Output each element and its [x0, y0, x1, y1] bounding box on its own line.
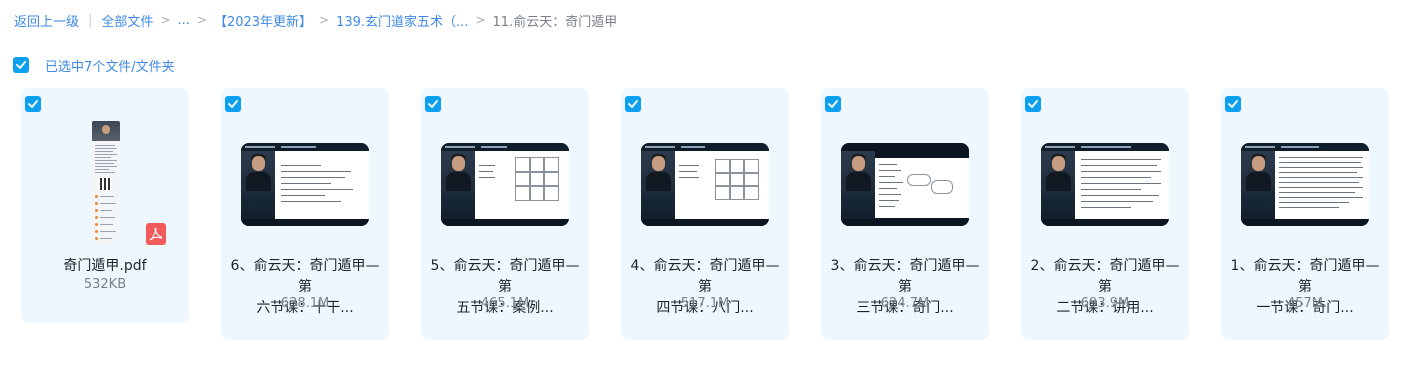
file-card-video[interactable]: 2、俞云天：奇门遁甲—第 二节课：讲用... 693.9M — [1021, 88, 1189, 340]
pdf-icon — [146, 223, 166, 245]
breadcrumb-divider: | — [88, 12, 93, 28]
file-name-line-1: 5、俞云天：奇门遁甲—第 — [430, 258, 580, 295]
video-thumbnail — [441, 143, 569, 226]
select-all-row: 已选中7个文件/文件夹 — [13, 56, 175, 75]
back-link[interactable]: 返回上一级 — [14, 11, 79, 30]
file-size: 517.1M — [680, 296, 730, 311]
file-checkbox[interactable] — [1225, 96, 1241, 112]
breadcrumb-folder-139[interactable]: 139.玄门道家五术（... — [336, 11, 468, 30]
breadcrumb-ellipsis[interactable]: ... — [177, 13, 189, 28]
breadcrumb-current: 11.俞云天：奇门遁甲 — [492, 14, 618, 30]
chevron-right-icon: > — [196, 13, 207, 27]
file-name-line-1: 4、俞云天：奇门遁甲—第 — [630, 258, 780, 295]
file-name-line-1: 6、俞云天：奇门遁甲—第 — [230, 258, 380, 295]
file-name-line-1: 1、俞云天：奇门遁甲—第 — [1230, 258, 1380, 295]
video-thumbnail — [1041, 143, 1169, 226]
checkmark-icon — [428, 100, 438, 108]
checkmark-icon — [16, 61, 26, 69]
file-card-video[interactable]: 6、俞云天：奇门遁甲—第 六节课：十干... 638.1M — [221, 88, 389, 340]
checkmark-icon — [228, 100, 238, 108]
file-checkbox[interactable] — [825, 96, 841, 112]
selection-count-label: 已选中7个文件/文件夹 — [45, 59, 175, 75]
breadcrumb-all-files[interactable]: 全部文件 — [101, 11, 153, 30]
file-size: 465.1M — [480, 296, 530, 311]
checkmark-icon — [828, 100, 838, 108]
checkmark-icon — [1228, 100, 1238, 108]
file-checkbox[interactable] — [225, 96, 241, 112]
file-card-video[interactable]: 1、俞云天：奇门遁甲—第 一节课：奇门... 457M — [1221, 88, 1389, 340]
video-thumbnail — [841, 143, 969, 226]
file-checkbox[interactable] — [1025, 96, 1041, 112]
video-thumbnail — [641, 143, 769, 226]
chevron-right-icon: > — [160, 13, 171, 27]
chevron-right-icon: > — [319, 13, 330, 27]
pdf-thumbnail — [92, 121, 120, 243]
file-card-video[interactable]: 5、俞云天：奇门遁甲—第 五节课：案例... 465.1M — [421, 88, 589, 340]
file-size: 532KB — [83, 277, 127, 292]
checkmark-icon — [1028, 100, 1038, 108]
video-thumbnail — [241, 143, 369, 226]
breadcrumb-folder-2023[interactable]: 【2023年更新】 — [214, 11, 312, 30]
checkmark-icon — [28, 100, 38, 108]
video-thumbnail — [1241, 143, 1369, 226]
file-checkbox[interactable] — [25, 96, 41, 112]
file-size: 638.1M — [280, 296, 330, 311]
file-checkbox[interactable] — [425, 96, 441, 112]
file-card-pdf[interactable]: 奇门遁甲.pdf 532KB — [21, 88, 189, 323]
chevron-right-icon: > — [475, 13, 486, 27]
file-size: 693.9M — [1080, 296, 1130, 311]
file-size: 624.7M — [880, 296, 930, 311]
file-checkbox[interactable] — [625, 96, 641, 112]
file-card-video[interactable]: 4、俞云天：奇门遁甲—第 四节课：八门... 517.1M — [621, 88, 789, 340]
file-size: 457M — [1286, 296, 1324, 311]
file-card-video[interactable]: 3、俞云天：奇门遁甲—第 三节课：奇门... 624.7M — [821, 88, 989, 340]
select-all-checkbox[interactable] — [13, 57, 29, 73]
file-name-line-1: 2、俞云天：奇门遁甲—第 — [1030, 258, 1180, 295]
checkmark-icon — [628, 100, 638, 108]
file-name: 奇门遁甲.pdf — [63, 258, 147, 274]
file-name-line-1: 3、俞云天：奇门遁甲—第 — [830, 258, 980, 295]
breadcrumb: 返回上一级 | 全部文件 > ... > 【2023年更新】 > 139.玄门道… — [14, 10, 617, 30]
